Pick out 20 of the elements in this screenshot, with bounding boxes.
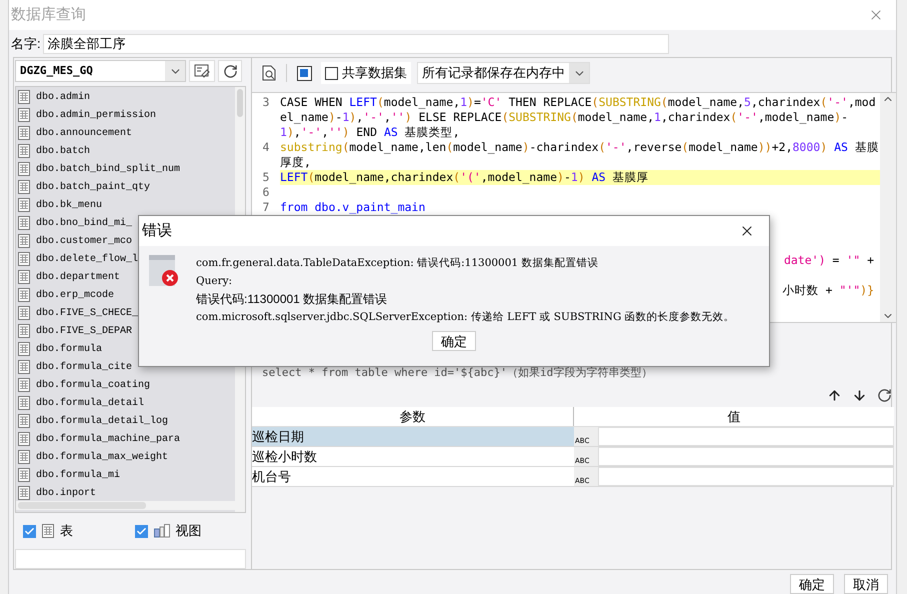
code-line: date') = '" + xyxy=(784,253,874,268)
error-message: 错误代码:11300001 数据集配置错误 xyxy=(196,291,388,307)
line-number: 6 xyxy=(262,185,270,200)
window-title: 数据库查询 xyxy=(11,4,86,25)
error-message: com.fr.general.data.TableDataException: 错误代码:11300001 数据集配置错误 xyxy=(196,256,600,271)
column-header: 参数 xyxy=(252,407,574,426)
code-line: 小时数 + "'")} xyxy=(782,283,874,298)
line-number: 7 xyxy=(262,200,270,215)
filter-label: 表 xyxy=(60,522,73,540)
column-header: 值 xyxy=(726,408,742,426)
line-number: 4 xyxy=(262,140,270,156)
hint-text: select * from table where id='${abc}'（如果id字段为字符串类型） xyxy=(262,364,652,380)
line-number: 3 xyxy=(262,95,270,111)
dialog-title: 错误 xyxy=(142,220,172,241)
name-label: 名字: xyxy=(11,34,41,53)
error-message: com.microsoft.sqlserver.jdbc.SQLServerException: 传递给 LEFT 或 SUBSTRING 函数的长度参数无效。 xyxy=(196,310,735,325)
line-number: 5 xyxy=(262,170,270,185)
filter-label: 视图 xyxy=(176,522,202,540)
code-line: from dbo.v_paint_main xyxy=(280,200,426,215)
error-message: Query: xyxy=(196,274,234,289)
